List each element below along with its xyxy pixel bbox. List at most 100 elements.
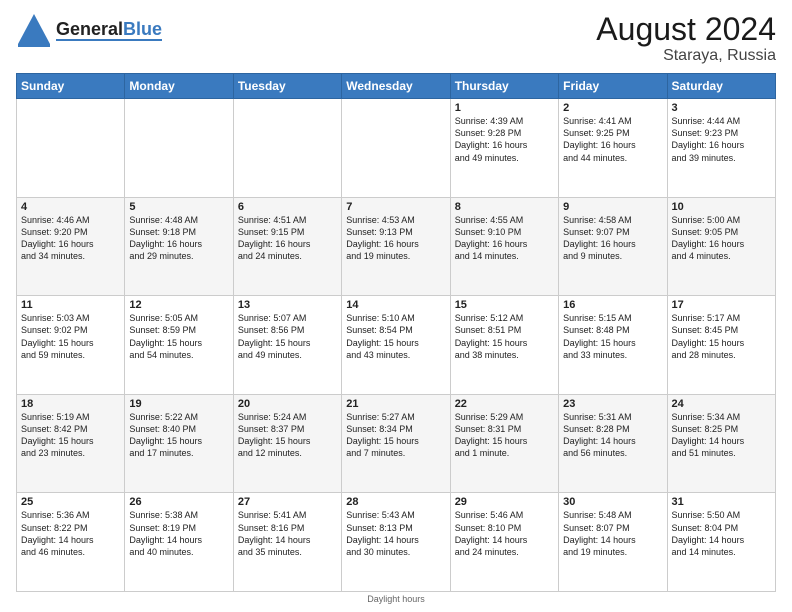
col-thursday: Thursday xyxy=(450,74,558,99)
day-info: Sunrise: 4:58 AM Sunset: 9:07 PM Dayligh… xyxy=(563,214,662,263)
logo-text: General Blue xyxy=(56,20,162,41)
page: General Blue August 2024 Staraya, Russia… xyxy=(0,0,792,612)
calendar-table: Sunday Monday Tuesday Wednesday Thursday… xyxy=(16,73,776,592)
day-info: Sunrise: 5:05 AM Sunset: 8:59 PM Dayligh… xyxy=(129,312,228,361)
day-info: Sunrise: 5:29 AM Sunset: 8:31 PM Dayligh… xyxy=(455,411,554,460)
day-number: 13 xyxy=(238,299,337,311)
day-number: 2 xyxy=(563,102,662,114)
location: Staraya, Russia xyxy=(596,47,776,65)
day-number: 7 xyxy=(346,201,445,213)
day-number: 26 xyxy=(129,496,228,508)
table-row xyxy=(17,99,125,198)
table-row: 13Sunrise: 5:07 AM Sunset: 8:56 PM Dayli… xyxy=(233,296,341,395)
table-row: 29Sunrise: 5:46 AM Sunset: 8:10 PM Dayli… xyxy=(450,493,558,592)
day-number: 20 xyxy=(238,398,337,410)
day-number: 14 xyxy=(346,299,445,311)
table-row: 14Sunrise: 5:10 AM Sunset: 8:54 PM Dayli… xyxy=(342,296,450,395)
table-row: 23Sunrise: 5:31 AM Sunset: 8:28 PM Dayli… xyxy=(559,394,667,493)
day-number: 15 xyxy=(455,299,554,311)
table-row: 12Sunrise: 5:05 AM Sunset: 8:59 PM Dayli… xyxy=(125,296,233,395)
table-row: 24Sunrise: 5:34 AM Sunset: 8:25 PM Dayli… xyxy=(667,394,775,493)
table-row: 20Sunrise: 5:24 AM Sunset: 8:37 PM Dayli… xyxy=(233,394,341,493)
day-info: Sunrise: 5:12 AM Sunset: 8:51 PM Dayligh… xyxy=(455,312,554,361)
day-number: 30 xyxy=(563,496,662,508)
table-row: 7Sunrise: 4:53 AM Sunset: 9:13 PM Daylig… xyxy=(342,197,450,296)
day-number: 29 xyxy=(455,496,554,508)
table-row: 27Sunrise: 5:41 AM Sunset: 8:16 PM Dayli… xyxy=(233,493,341,592)
table-row: 1Sunrise: 4:39 AM Sunset: 9:28 PM Daylig… xyxy=(450,99,558,198)
day-number: 8 xyxy=(455,201,554,213)
day-number: 6 xyxy=(238,201,337,213)
day-info: Sunrise: 5:50 AM Sunset: 8:04 PM Dayligh… xyxy=(672,509,771,558)
day-number: 5 xyxy=(129,201,228,213)
table-row: 9Sunrise: 4:58 AM Sunset: 9:07 PM Daylig… xyxy=(559,197,667,296)
table-row: 8Sunrise: 4:55 AM Sunset: 9:10 PM Daylig… xyxy=(450,197,558,296)
footer: Daylight hours xyxy=(16,594,776,604)
day-info: Sunrise: 5:15 AM Sunset: 8:48 PM Dayligh… xyxy=(563,312,662,361)
logo: General Blue xyxy=(16,12,162,48)
calendar-week-row: 11Sunrise: 5:03 AM Sunset: 9:02 PM Dayli… xyxy=(17,296,776,395)
logo-blue: Blue xyxy=(123,20,162,38)
day-number: 28 xyxy=(346,496,445,508)
table-row: 26Sunrise: 5:38 AM Sunset: 8:19 PM Dayli… xyxy=(125,493,233,592)
day-number: 17 xyxy=(672,299,771,311)
day-info: Sunrise: 5:43 AM Sunset: 8:13 PM Dayligh… xyxy=(346,509,445,558)
day-info: Sunrise: 4:48 AM Sunset: 9:18 PM Dayligh… xyxy=(129,214,228,263)
table-row: 5Sunrise: 4:48 AM Sunset: 9:18 PM Daylig… xyxy=(125,197,233,296)
day-number: 1 xyxy=(455,102,554,114)
table-row: 17Sunrise: 5:17 AM Sunset: 8:45 PM Dayli… xyxy=(667,296,775,395)
calendar-week-row: 25Sunrise: 5:36 AM Sunset: 8:22 PM Dayli… xyxy=(17,493,776,592)
calendar-week-row: 1Sunrise: 4:39 AM Sunset: 9:28 PM Daylig… xyxy=(17,99,776,198)
calendar-week-row: 18Sunrise: 5:19 AM Sunset: 8:42 PM Dayli… xyxy=(17,394,776,493)
day-number: 24 xyxy=(672,398,771,410)
logo-underline xyxy=(56,39,162,41)
day-info: Sunrise: 5:38 AM Sunset: 8:19 PM Dayligh… xyxy=(129,509,228,558)
table-row: 4Sunrise: 4:46 AM Sunset: 9:20 PM Daylig… xyxy=(17,197,125,296)
day-number: 27 xyxy=(238,496,337,508)
col-wednesday: Wednesday xyxy=(342,74,450,99)
logo-icon xyxy=(16,12,52,48)
table-row: 22Sunrise: 5:29 AM Sunset: 8:31 PM Dayli… xyxy=(450,394,558,493)
day-number: 21 xyxy=(346,398,445,410)
table-row xyxy=(342,99,450,198)
table-row xyxy=(125,99,233,198)
table-row xyxy=(233,99,341,198)
header: General Blue August 2024 Staraya, Russia xyxy=(16,12,776,65)
table-row: 19Sunrise: 5:22 AM Sunset: 8:40 PM Dayli… xyxy=(125,394,233,493)
logo-general: General xyxy=(56,20,123,38)
day-info: Sunrise: 5:36 AM Sunset: 8:22 PM Dayligh… xyxy=(21,509,120,558)
day-number: 11 xyxy=(21,299,120,311)
calendar-week-row: 4Sunrise: 4:46 AM Sunset: 9:20 PM Daylig… xyxy=(17,197,776,296)
day-number: 3 xyxy=(672,102,771,114)
table-row: 28Sunrise: 5:43 AM Sunset: 8:13 PM Dayli… xyxy=(342,493,450,592)
day-info: Sunrise: 5:19 AM Sunset: 8:42 PM Dayligh… xyxy=(21,411,120,460)
day-info: Sunrise: 5:07 AM Sunset: 8:56 PM Dayligh… xyxy=(238,312,337,361)
table-row: 25Sunrise: 5:36 AM Sunset: 8:22 PM Dayli… xyxy=(17,493,125,592)
day-info: Sunrise: 5:31 AM Sunset: 8:28 PM Dayligh… xyxy=(563,411,662,460)
day-number: 9 xyxy=(563,201,662,213)
month-year: August 2024 xyxy=(596,12,776,47)
day-info: Sunrise: 5:34 AM Sunset: 8:25 PM Dayligh… xyxy=(672,411,771,460)
day-info: Sunrise: 4:39 AM Sunset: 9:28 PM Dayligh… xyxy=(455,115,554,164)
col-friday: Friday xyxy=(559,74,667,99)
day-info: Sunrise: 4:41 AM Sunset: 9:25 PM Dayligh… xyxy=(563,115,662,164)
day-info: Sunrise: 4:51 AM Sunset: 9:15 PM Dayligh… xyxy=(238,214,337,263)
day-info: Sunrise: 5:46 AM Sunset: 8:10 PM Dayligh… xyxy=(455,509,554,558)
day-number: 25 xyxy=(21,496,120,508)
day-number: 4 xyxy=(21,201,120,213)
day-info: Sunrise: 5:41 AM Sunset: 8:16 PM Dayligh… xyxy=(238,509,337,558)
day-info: Sunrise: 5:27 AM Sunset: 8:34 PM Dayligh… xyxy=(346,411,445,460)
table-row: 11Sunrise: 5:03 AM Sunset: 9:02 PM Dayli… xyxy=(17,296,125,395)
table-row: 30Sunrise: 5:48 AM Sunset: 8:07 PM Dayli… xyxy=(559,493,667,592)
calendar-header-row: Sunday Monday Tuesday Wednesday Thursday… xyxy=(17,74,776,99)
col-saturday: Saturday xyxy=(667,74,775,99)
table-row: 31Sunrise: 5:50 AM Sunset: 8:04 PM Dayli… xyxy=(667,493,775,592)
col-monday: Monday xyxy=(125,74,233,99)
col-tuesday: Tuesday xyxy=(233,74,341,99)
day-number: 18 xyxy=(21,398,120,410)
table-row: 15Sunrise: 5:12 AM Sunset: 8:51 PM Dayli… xyxy=(450,296,558,395)
day-info: Sunrise: 5:24 AM Sunset: 8:37 PM Dayligh… xyxy=(238,411,337,460)
day-info: Sunrise: 5:10 AM Sunset: 8:54 PM Dayligh… xyxy=(346,312,445,361)
day-number: 10 xyxy=(672,201,771,213)
day-info: Sunrise: 4:55 AM Sunset: 9:10 PM Dayligh… xyxy=(455,214,554,263)
